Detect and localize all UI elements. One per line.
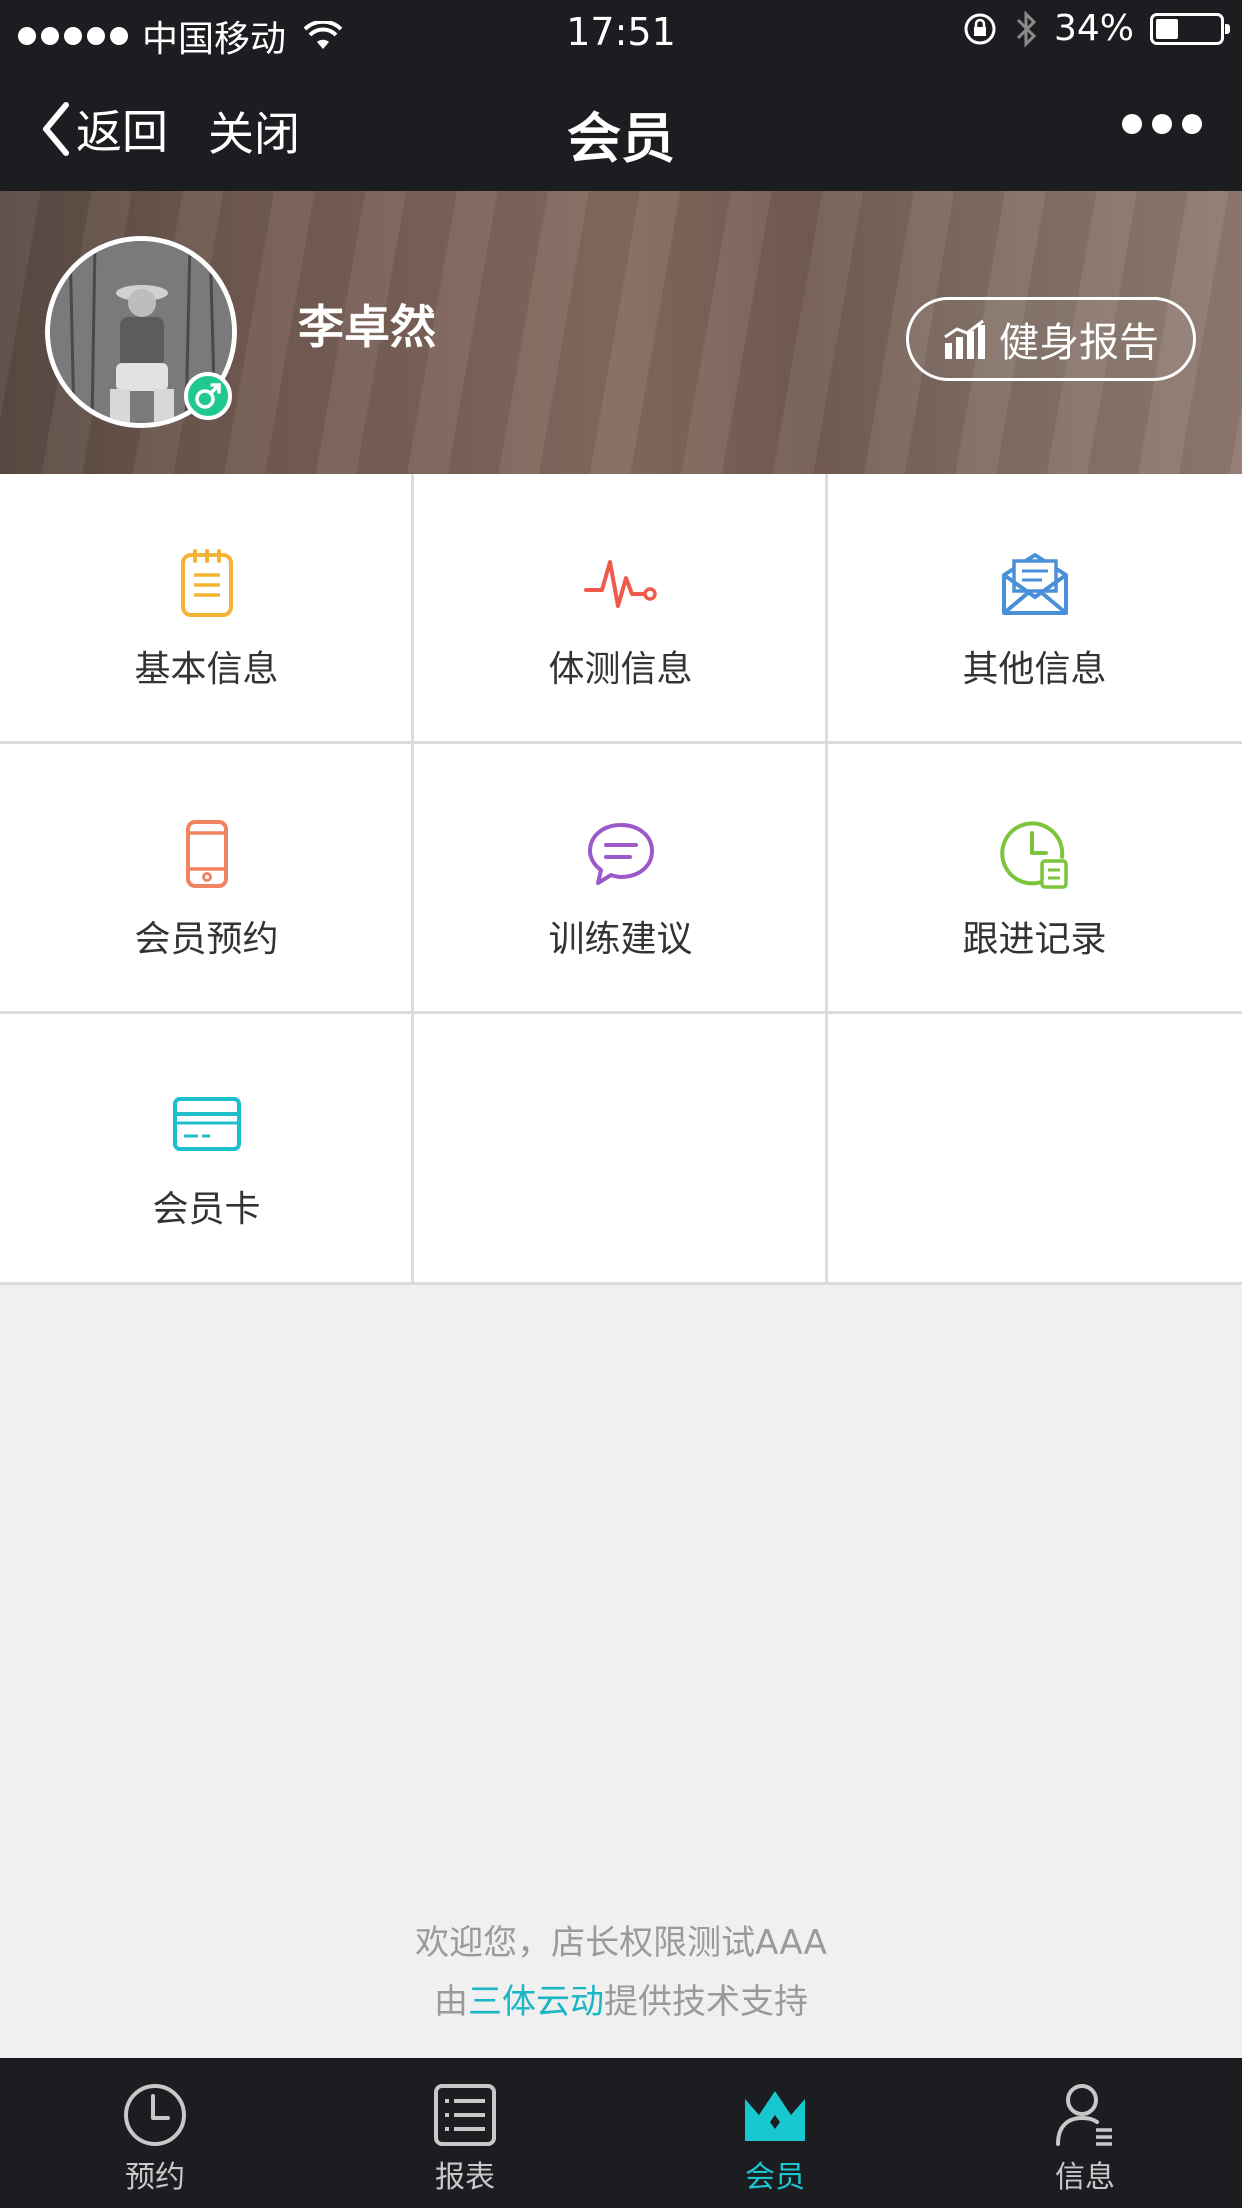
menu-basic-info[interactable]: 基本信息: [0, 474, 413, 744]
nav-bar: 返回 关闭 会员: [0, 64, 1242, 191]
tab-reports[interactable]: 报表: [310, 2058, 620, 2208]
menu-training-advice[interactable]: 训练建议: [414, 744, 827, 1014]
page-title: 会员: [567, 107, 675, 170]
crown-icon: [741, 2082, 809, 2148]
phone-icon: [169, 816, 245, 892]
tech-support-text: 由三体云动提供技术支持: [0, 1974, 1242, 2023]
menu-member-card[interactable]: 会员卡: [0, 1014, 413, 1284]
menu-member-booking[interactable]: 会员预约: [0, 744, 413, 1014]
status-bar: 中国移动 17:51 34%: [0, 0, 1242, 64]
clock-document-icon: [997, 816, 1073, 892]
menu-label: 体测信息: [548, 649, 693, 690]
back-button[interactable]: 返回: [40, 96, 168, 162]
battery-icon: [1150, 12, 1230, 45]
chevron-left-icon: [43, 102, 69, 156]
tab-booking[interactable]: 预约: [0, 2058, 310, 2208]
menu-follow-up-records[interactable]: 跟进记录: [828, 744, 1241, 1014]
tab-messages[interactable]: 信息: [930, 2058, 1240, 2208]
member-menu-grid: 基本信息 体测信息 其他信息 会员预约 训练建议 跟进记录 会员卡: [0, 474, 1242, 1285]
tab-label: 预约: [125, 2160, 185, 2195]
menu-label: 跟进记录: [962, 919, 1107, 960]
welcome-text: 欢迎您，店长权限测试AAA: [415, 1923, 827, 1963]
more-menu-button[interactable]: [1122, 114, 1202, 134]
support-prefix: 由: [434, 1982, 468, 2022]
menu-body-test-info[interactable]: 体测信息: [414, 474, 827, 744]
grid-divider: [0, 741, 1242, 744]
back-label: 返回: [76, 105, 168, 159]
menu-other-info[interactable]: 其他信息: [828, 474, 1241, 744]
member-name: 李卓然: [298, 300, 436, 354]
fitness-report-button[interactable]: 健身报告: [906, 297, 1196, 381]
male-gender-icon: [184, 372, 232, 420]
tab-label: 信息: [1055, 2160, 1115, 2195]
bar-chart-icon: [944, 319, 985, 359]
tab-label: 报表: [435, 2160, 495, 2195]
close-button[interactable]: 关闭: [208, 98, 300, 164]
clock-icon: [121, 2082, 189, 2148]
profile-header: 李卓然 健身报告: [0, 191, 1242, 474]
menu-label: 训练建议: [548, 919, 693, 960]
menu-label: 会员预约: [134, 919, 279, 960]
fitness-report-label: 健身报告: [999, 320, 1159, 366]
list-icon: [431, 2082, 499, 2148]
person-icon: [1051, 2082, 1119, 2148]
support-suffix: 提供技术支持: [604, 1982, 808, 2022]
tab-members[interactable]: 会员: [620, 2058, 930, 2208]
bluetooth-icon: [1016, 9, 1037, 48]
envelope-icon: [997, 546, 1073, 622]
support-brand-link[interactable]: 三体云动: [468, 1982, 604, 2022]
battery-percent: 34%: [1053, 8, 1134, 49]
menu-label: 基本信息: [134, 649, 279, 690]
menu-label: 其他信息: [962, 649, 1107, 690]
grid-divider: [0, 1011, 1242, 1014]
rotation-lock-icon: [964, 13, 996, 44]
tab-bar: 预约 报表 会员 信息: [0, 2058, 1242, 2208]
clipboard-icon: [169, 546, 245, 622]
menu-label: 会员卡: [152, 1189, 261, 1230]
grid-divider: [825, 474, 828, 1285]
grid-divider: [411, 474, 414, 1285]
heartbeat-icon: [583, 546, 659, 622]
tab-label: 会员: [745, 2160, 805, 2195]
card-icon: [169, 1086, 245, 1162]
grid-divider: [0, 1282, 1242, 1285]
chat-bubble-icon: [583, 816, 659, 892]
